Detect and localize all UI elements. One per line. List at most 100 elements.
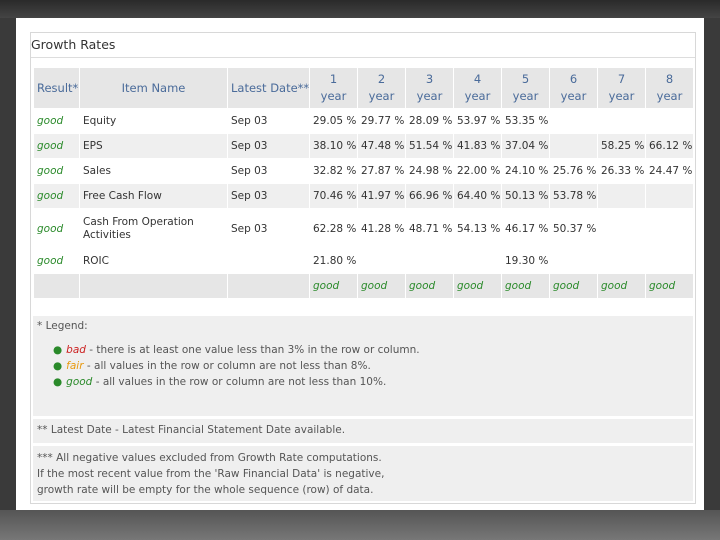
latest-date-cell <box>227 248 310 274</box>
result-cell: good <box>33 183 80 209</box>
value-cell <box>405 248 454 274</box>
value-cell <box>597 208 646 249</box>
value-cell: 24.10 % <box>501 158 550 184</box>
latest-date-cell: Sep 03 <box>227 158 310 184</box>
bullet-icon: ● <box>53 376 63 388</box>
result-cell: good <box>33 208 80 249</box>
value-cell <box>645 208 694 249</box>
column-result-cell: good <box>405 273 454 299</box>
value-cell: 19.30 % <box>501 248 550 274</box>
col-header-latest-date[interactable]: Latest Date** <box>227 67 310 109</box>
value-cell <box>597 183 646 209</box>
column-result-cell: good <box>453 273 502 299</box>
value-cell: 41.97 % <box>357 183 406 209</box>
value-cell: 54.13 % <box>453 208 502 249</box>
col-header-item-name[interactable]: Item Name <box>79 67 228 109</box>
col-header-year-6[interactable]: 6 year <box>549 67 598 109</box>
bullet-icon: ● <box>53 344 63 356</box>
value-cell <box>549 133 598 159</box>
legend-text: - all values in the row or column are no… <box>83 360 371 372</box>
value-cell: 66.12 % <box>645 133 694 159</box>
growth-rates-panel: Growth Rates Result* Item Name Latest Da… <box>30 32 696 504</box>
value-cell: 58.25 % <box>597 133 646 159</box>
value-cell: 64.40 % <box>453 183 502 209</box>
col-header-year-4[interactable]: 4 year <box>453 67 502 109</box>
legend-title: * Legend: <box>37 320 88 332</box>
legend-term-bad: bad <box>66 344 86 356</box>
col-header-year-3[interactable]: 3 year <box>405 67 454 109</box>
col-header-year-8[interactable]: 8 year <box>645 67 694 109</box>
column-result-cell: good <box>357 273 406 299</box>
value-cell: 53.78 % <box>549 183 598 209</box>
latest-date-note: ** Latest Date - Latest Financial Statem… <box>33 419 693 443</box>
table-row: good Free Cash Flow Sep 03 70.46 % 41.97… <box>33 183 694 209</box>
value-cell: 46.17 % <box>501 208 550 249</box>
exclusion-note-line: growth rate will be empty for the whole … <box>37 484 374 496</box>
value-cell <box>549 108 598 134</box>
bullet-icon: ● <box>53 360 63 372</box>
legend-item-bad: ● bad - there is at least one value less … <box>53 342 420 358</box>
value-cell <box>357 248 406 274</box>
exclusion-note-line: *** All negative values excluded from Gr… <box>37 452 382 464</box>
exclusion-note: *** All negative values excluded from Gr… <box>33 446 693 501</box>
value-cell: 47.48 % <box>357 133 406 159</box>
value-cell: 41.83 % <box>453 133 502 159</box>
slide: Growth Rates Result* Item Name Latest Da… <box>16 18 704 510</box>
value-cell: 48.71 % <box>405 208 454 249</box>
value-cell: 24.98 % <box>405 158 454 184</box>
col-header-year-2[interactable]: 2 year <box>357 67 406 109</box>
col-header-year-5[interactable]: 5 year <box>501 67 550 109</box>
value-cell <box>453 248 502 274</box>
table-row: good Equity Sep 03 29.05 % 29.77 % 28.09… <box>33 108 694 134</box>
value-cell: 32.82 % <box>309 158 358 184</box>
value-cell: 27.87 % <box>357 158 406 184</box>
legend-list: ● bad - there is at least one value less … <box>53 342 420 390</box>
column-result-cell: good <box>501 273 550 299</box>
column-result-cell: good <box>597 273 646 299</box>
value-cell: 25.76 % <box>549 158 598 184</box>
value-cell: 29.77 % <box>357 108 406 134</box>
summary-row: good good good good good good good good <box>33 273 694 299</box>
column-result-cell: good <box>549 273 598 299</box>
value-cell: 28.09 % <box>405 108 454 134</box>
summary-empty-cell <box>33 273 80 299</box>
value-cell <box>597 108 646 134</box>
value-cell: 51.54 % <box>405 133 454 159</box>
summary-empty-cell <box>79 273 228 299</box>
growth-rates-table: Result* Item Name Latest Date** 1 year 2y… <box>33 67 694 299</box>
value-cell <box>597 248 646 274</box>
item-name-cell: Equity <box>79 108 228 134</box>
table-header-row: Result* Item Name Latest Date** 1 year 2y… <box>33 67 694 109</box>
col-header-year-7[interactable]: 7 year <box>597 67 646 109</box>
col-header-year-1[interactable]: 1 year <box>309 67 358 109</box>
value-cell: 22.00 % <box>453 158 502 184</box>
value-cell: 41.28 % <box>357 208 406 249</box>
value-cell <box>645 183 694 209</box>
col-header-result[interactable]: Result* <box>33 67 80 109</box>
legend-section: * Legend: ● bad - there is at least one v… <box>33 316 693 416</box>
item-name-cell: Sales <box>79 158 228 184</box>
value-cell: 50.37 % <box>549 208 598 249</box>
value-cell: 53.97 % <box>453 108 502 134</box>
table-row: good ROIC 21.80 % 19.30 % <box>33 248 694 274</box>
column-result-cell: good <box>309 273 358 299</box>
value-cell: 70.46 % <box>309 183 358 209</box>
legend-text: - there is at least one value less than … <box>85 344 420 356</box>
exclusion-note-line: If the most recent value from the 'Raw F… <box>37 468 385 480</box>
item-name-cell: Cash From Operation Activities <box>79 208 228 249</box>
latest-date-cell: Sep 03 <box>227 108 310 134</box>
value-cell: 24.47 % <box>645 158 694 184</box>
table-row: good Sales Sep 03 32.82 % 27.87 % 24.98 … <box>33 158 694 184</box>
table-row: good Cash From Operation Activities Sep … <box>33 208 694 249</box>
title-divider <box>31 57 695 58</box>
latest-date-cell: Sep 03 <box>227 183 310 209</box>
slide-frame-bottom <box>0 510 720 540</box>
value-cell <box>645 248 694 274</box>
result-cell: good <box>33 248 80 274</box>
value-cell <box>645 108 694 134</box>
result-cell: good <box>33 133 80 159</box>
item-name-cell: Free Cash Flow <box>79 183 228 209</box>
legend-item-good: ● good - all values in the row or column … <box>53 374 420 390</box>
value-cell: 62.28 % <box>309 208 358 249</box>
result-cell: good <box>33 108 80 134</box>
